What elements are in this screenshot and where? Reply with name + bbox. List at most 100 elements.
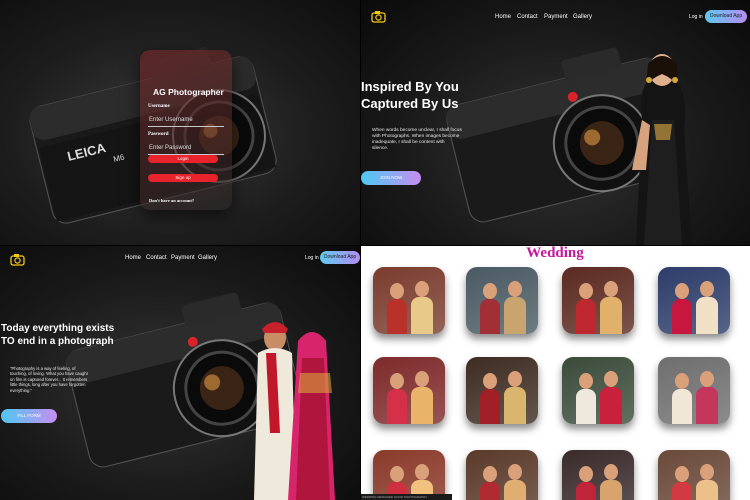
gallery-photo[interactable]	[658, 357, 730, 424]
divider	[0, 245, 750, 246]
gallery-photo[interactable]	[466, 357, 538, 424]
photo-face	[415, 281, 429, 297]
photo-figure	[504, 480, 526, 500]
photo-face	[508, 464, 522, 480]
password-input[interactable]: Enter Password	[149, 145, 191, 151]
wedding-couple-image	[254, 322, 335, 500]
model-woman-image	[632, 54, 692, 245]
photo-face	[483, 466, 497, 482]
hero2-heading-line1: Today everything exists	[1, 323, 115, 334]
download-app-button[interactable]: Download App	[320, 251, 360, 264]
photo-face	[508, 371, 522, 387]
gallery-photo[interactable]	[562, 267, 634, 334]
nav-login[interactable]: Log in	[305, 255, 319, 261]
photo-face	[508, 281, 522, 297]
photo-face	[579, 466, 593, 482]
gallery-photo[interactable]	[373, 357, 445, 424]
gallery-title: Wedding	[526, 245, 584, 261]
hero1-heading-line1: Inspired By You	[361, 79, 459, 94]
photo-face	[415, 371, 429, 387]
photo-figure	[480, 299, 500, 334]
nav-home[interactable]: Home	[125, 255, 141, 261]
photo-face	[604, 281, 618, 297]
photo-figure	[672, 389, 692, 424]
gallery-photo[interactable]	[466, 450, 538, 500]
login-button[interactable]: Login	[148, 155, 218, 163]
photo-face	[700, 371, 714, 387]
footer-bar: WEDDING DESIGNED GOOD PHOTOGRAPHY	[360, 494, 452, 500]
photo-figure	[600, 387, 622, 424]
photo-figure	[480, 389, 500, 424]
divider	[360, 0, 361, 500]
photo-face	[390, 373, 404, 389]
hero-section-1: Home Contact Payment Gallery Log in Down…	[360, 0, 750, 245]
photo-figure	[696, 387, 718, 424]
nav-login[interactable]: Log in	[689, 14, 703, 20]
photo-figure	[672, 299, 692, 334]
hero-section-2: Home Contact Payment Gallery Log in Down…	[0, 245, 360, 500]
photo-face	[579, 373, 593, 389]
photo-figure	[504, 297, 526, 334]
photo-figure	[411, 387, 433, 424]
gallery-photo[interactable]	[658, 450, 730, 500]
download-app-button[interactable]: Download App	[705, 10, 747, 23]
photo-figure	[696, 297, 718, 334]
hero2-heading-line2: TO end in a photograph	[1, 336, 114, 347]
photo-face	[415, 464, 429, 480]
photo-face	[483, 283, 497, 299]
photo-face	[390, 283, 404, 299]
photo-figure	[387, 389, 407, 424]
photo-face	[700, 281, 714, 297]
gallery-photo[interactable]	[466, 267, 538, 334]
photo-figure	[576, 482, 596, 500]
photo-figure	[480, 482, 500, 500]
camera-icon[interactable]	[371, 10, 386, 23]
photo-face	[675, 466, 689, 482]
hero1-paragraph: When words become unclear, I shall focus…	[372, 128, 462, 151]
nav-gallery[interactable]: Gallery	[573, 14, 592, 20]
photo-figure	[600, 297, 622, 334]
login-card	[140, 50, 232, 210]
photo-figure	[576, 299, 596, 334]
photo-face	[604, 464, 618, 480]
camera-icon[interactable]	[10, 253, 25, 266]
gallery-photo[interactable]	[658, 267, 730, 334]
nav-payment[interactable]: Payment	[171, 255, 195, 261]
join-now-button[interactable]: JOIN NOW	[361, 171, 421, 185]
nav-home[interactable]: Home	[495, 14, 511, 20]
photo-figure	[696, 480, 718, 500]
gallery-photo[interactable]	[373, 267, 445, 334]
login-title: AG Photographer	[153, 87, 224, 97]
photo-figure	[600, 480, 622, 500]
username-underline	[148, 126, 224, 127]
gallery-photo[interactable]	[373, 450, 445, 500]
hero1-heading-line2: Captured By Us	[361, 96, 459, 111]
photo-face	[579, 283, 593, 299]
no-account-link[interactable]: Don't have an account?	[149, 198, 194, 203]
photo-face	[390, 466, 404, 482]
fill-form-button[interactable]: FILL FORM	[1, 409, 57, 423]
nav-contact[interactable]: Contact	[517, 14, 538, 20]
photo-figure	[387, 299, 407, 334]
gallery-photo[interactable]	[562, 357, 634, 424]
nav-payment[interactable]: Payment	[544, 14, 568, 20]
photo-face	[700, 464, 714, 480]
photo-figure	[504, 387, 526, 424]
username-label: Username	[148, 104, 170, 109]
photo-face	[483, 373, 497, 389]
photo-face	[675, 283, 689, 299]
password-label: Password	[148, 132, 169, 137]
hero2-paragraph: "Photography is a way of feeling, of tou…	[10, 366, 88, 393]
photo-face	[675, 373, 689, 389]
photo-face	[604, 371, 618, 387]
gallery-section: Wedding WEDDING DESIGNED GOOD PHOTOGRAPH…	[360, 245, 750, 500]
login-section: LEICA M6 AG Photographer Username Enter …	[0, 0, 360, 245]
photo-figure	[672, 482, 692, 500]
photo-figure	[411, 297, 433, 334]
signup-button[interactable]: Sign up	[148, 174, 218, 182]
photo-figure	[576, 389, 596, 424]
nav-gallery[interactable]: Gallery	[198, 255, 217, 261]
nav-contact[interactable]: Contact	[146, 255, 167, 261]
gallery-photo[interactable]	[562, 450, 634, 500]
username-input[interactable]: Enter Username	[149, 117, 193, 123]
